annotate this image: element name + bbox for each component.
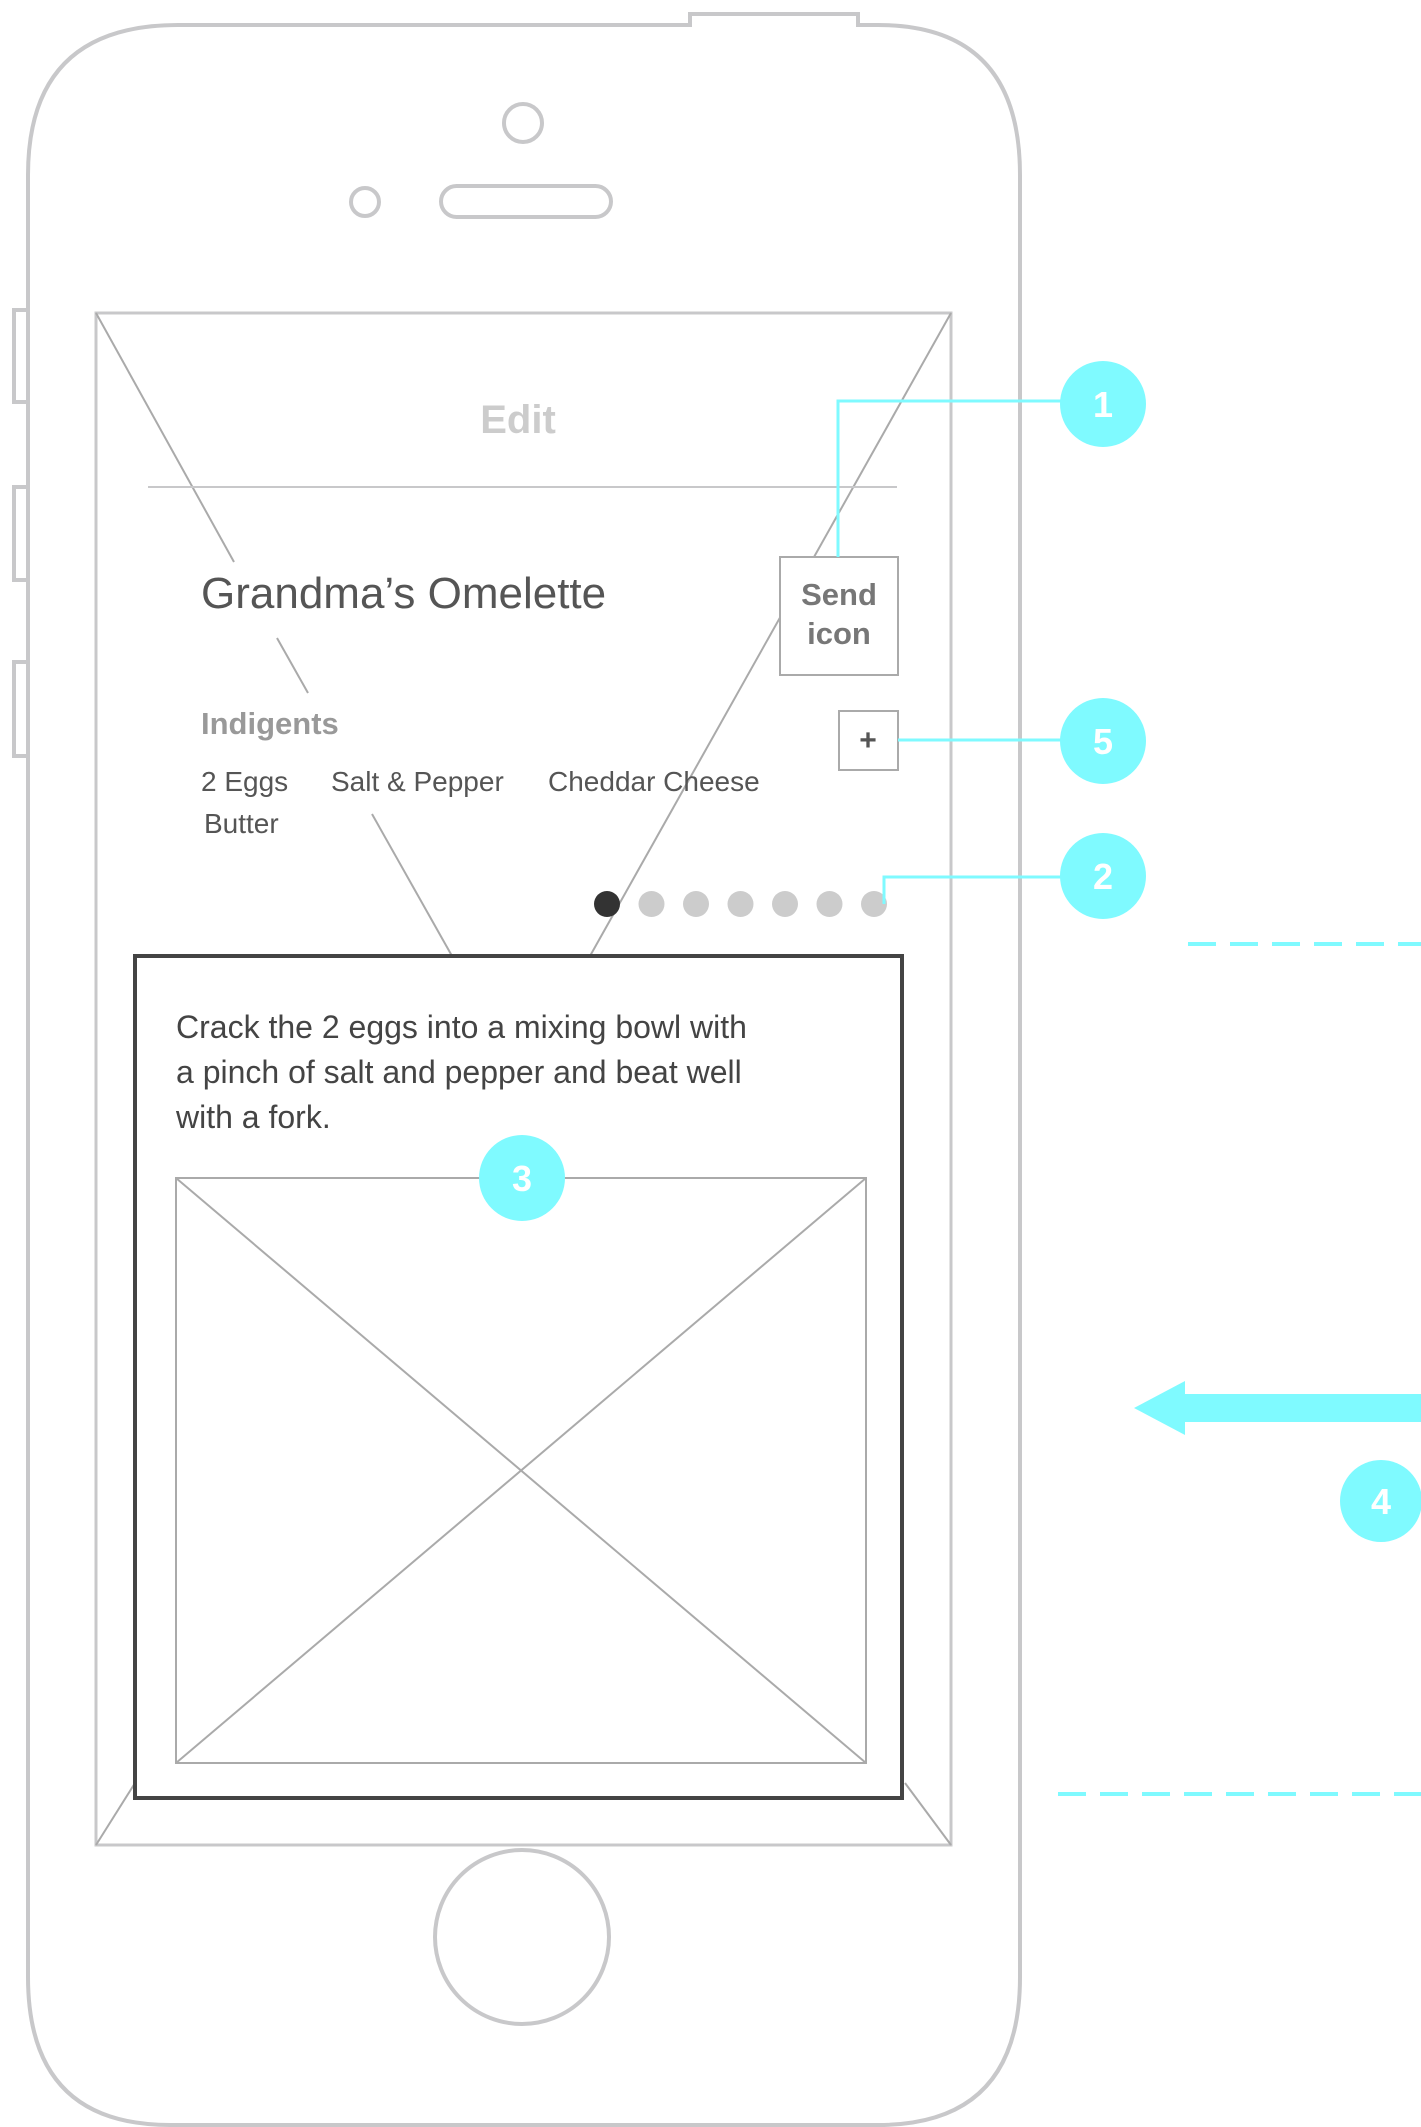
page-dot[interactable] xyxy=(816,891,843,917)
ingredient-item: Butter xyxy=(204,808,279,839)
annotation-marker-5-label: 5 xyxy=(1093,721,1113,762)
proximity-sensor xyxy=(349,186,381,218)
screen-diagonal-upper-left xyxy=(95,312,235,563)
annotation-marker-2: 2 xyxy=(1060,833,1146,919)
home-button[interactable] xyxy=(433,1848,611,2026)
ingredient-item: Cheddar Cheese xyxy=(548,766,760,797)
earpiece-speaker xyxy=(439,184,613,219)
page-indicator[interactable] xyxy=(594,891,887,917)
annotation-marker-1-label: 1 xyxy=(1093,384,1113,425)
screen-diagonal-lower-left xyxy=(371,813,453,957)
step-instruction-line: Crack the 2 eggs into a mixing bowl with xyxy=(176,1009,747,1045)
annotation-marker-3: 3 xyxy=(479,1135,565,1221)
side-button-2 xyxy=(12,485,28,582)
swipe-arrow-shaft xyxy=(1172,1394,1421,1422)
front-camera xyxy=(502,102,544,144)
side-button-1 xyxy=(12,308,28,404)
phone-screen: Edit Grandma’s Omelette Send icon + Indi… xyxy=(94,311,953,1847)
send-button-label-line1: Send xyxy=(801,577,877,612)
annotation-2-connector xyxy=(882,875,1066,904)
annotation-marker-4: 4 xyxy=(1340,1460,1421,1542)
annotation-marker-3-label: 3 xyxy=(512,1158,532,1199)
annotation-marker-4-label: 4 xyxy=(1371,1481,1391,1522)
annotation-marker-2-label: 2 xyxy=(1093,856,1113,897)
swipe-arrow-head xyxy=(1134,1381,1185,1435)
ingredients-heading: Indigents xyxy=(201,706,339,741)
page-dot[interactable] xyxy=(772,891,798,917)
plus-icon: + xyxy=(859,724,877,757)
side-button-3 xyxy=(12,660,28,758)
wireframe-canvas: Edit Grandma’s Omelette Send icon + Indi… xyxy=(12,12,1421,2127)
step-instruction-line: with a fork. xyxy=(175,1099,331,1135)
screen-diagonal-bottom-left xyxy=(95,1782,136,1846)
swipe-left-arrow-icon xyxy=(1134,1381,1421,1435)
annotation-marker-5: 5 xyxy=(1060,698,1146,784)
annotation-marker-1: 1 xyxy=(1060,361,1146,447)
ingredient-item: Salt & Pepper xyxy=(331,766,504,797)
ingredient-item: 2 Eggs xyxy=(201,766,288,797)
screen-diagonal-bottom-right xyxy=(904,1782,952,1846)
page-dot[interactable] xyxy=(683,891,709,917)
send-button-label-line2: icon xyxy=(807,616,871,651)
recipe-title: Grandma’s Omelette xyxy=(201,569,606,618)
page-dot-active[interactable] xyxy=(594,891,620,917)
page-dot[interactable] xyxy=(727,891,754,917)
screen-diagonal-mid-left xyxy=(276,637,309,694)
page-dot[interactable] xyxy=(638,891,665,917)
send-button[interactable]: Send icon xyxy=(779,556,899,676)
add-button[interactable]: + xyxy=(838,710,899,771)
step-card[interactable]: Crack the 2 eggs into a mixing bowl with… xyxy=(133,954,904,1800)
header-title: Edit xyxy=(480,398,556,442)
step-instruction-line: a pinch of salt and pepper and beat well xyxy=(176,1054,742,1090)
